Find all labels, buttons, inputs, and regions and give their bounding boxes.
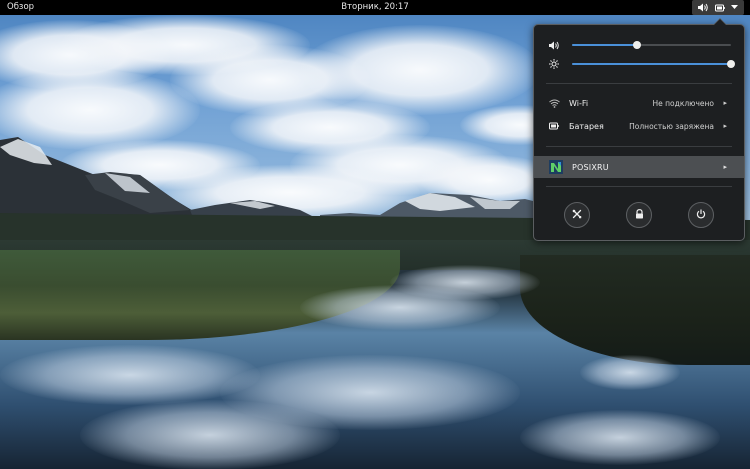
system-menu: Wi-Fi Не подключено ▸ Батарея Полностью … xyxy=(533,18,745,241)
battery-label: Батарея xyxy=(569,121,604,131)
volume-slider[interactable] xyxy=(572,41,731,49)
battery-icon xyxy=(549,122,569,130)
power-icon xyxy=(696,209,706,221)
system-status-area[interactable] xyxy=(692,0,744,15)
settings-button[interactable] xyxy=(564,202,590,228)
brightness-slider[interactable] xyxy=(572,60,735,68)
activities-button[interactable]: Обзор xyxy=(7,0,34,15)
wifi-status: Не подключено xyxy=(652,98,715,108)
volume-slider-fill xyxy=(572,44,638,46)
wifi-item[interactable]: Wi-Fi Не подключено ▸ xyxy=(534,93,744,113)
brightness-slider-handle[interactable] xyxy=(727,60,735,68)
menu-pointer xyxy=(713,18,727,25)
lock-icon xyxy=(635,209,644,221)
lock-button[interactable] xyxy=(626,202,652,228)
menu-separator xyxy=(546,146,732,147)
battery-item[interactable]: Батарея Полностью заряжена ▸ xyxy=(534,116,744,136)
chevron-right-icon: ▸ xyxy=(723,99,727,107)
wifi-icon xyxy=(549,99,569,108)
power-button[interactable] xyxy=(688,202,714,228)
user-name: POSIXRU xyxy=(572,162,609,172)
brightness-row xyxy=(549,57,735,71)
battery-icon xyxy=(715,4,725,12)
chevron-right-icon: ▸ xyxy=(723,163,727,171)
clock-button[interactable]: Вторник, 20:17 xyxy=(341,2,409,12)
brightness-slider-fill xyxy=(572,63,731,65)
clock: Вторник, 20:17 xyxy=(0,0,750,15)
chevron-down-icon xyxy=(731,5,738,10)
volume-icon xyxy=(698,3,709,12)
menu-separator xyxy=(546,83,732,84)
volume-row xyxy=(549,38,731,52)
volume-slider-handle[interactable] xyxy=(633,41,642,49)
user-item[interactable]: POSIXRU ▸ xyxy=(534,156,744,178)
chevron-right-icon: ▸ xyxy=(723,122,727,130)
brightness-icon xyxy=(549,59,563,69)
settings-icon xyxy=(572,209,582,221)
volume-icon xyxy=(549,41,563,50)
top-bar: Обзор Вторник, 20:17 xyxy=(0,0,750,15)
wifi-label: Wi-Fi xyxy=(569,98,589,108)
menu-separator xyxy=(546,186,732,187)
battery-status: Полностью заряжена xyxy=(629,121,714,131)
avatar xyxy=(549,160,563,174)
